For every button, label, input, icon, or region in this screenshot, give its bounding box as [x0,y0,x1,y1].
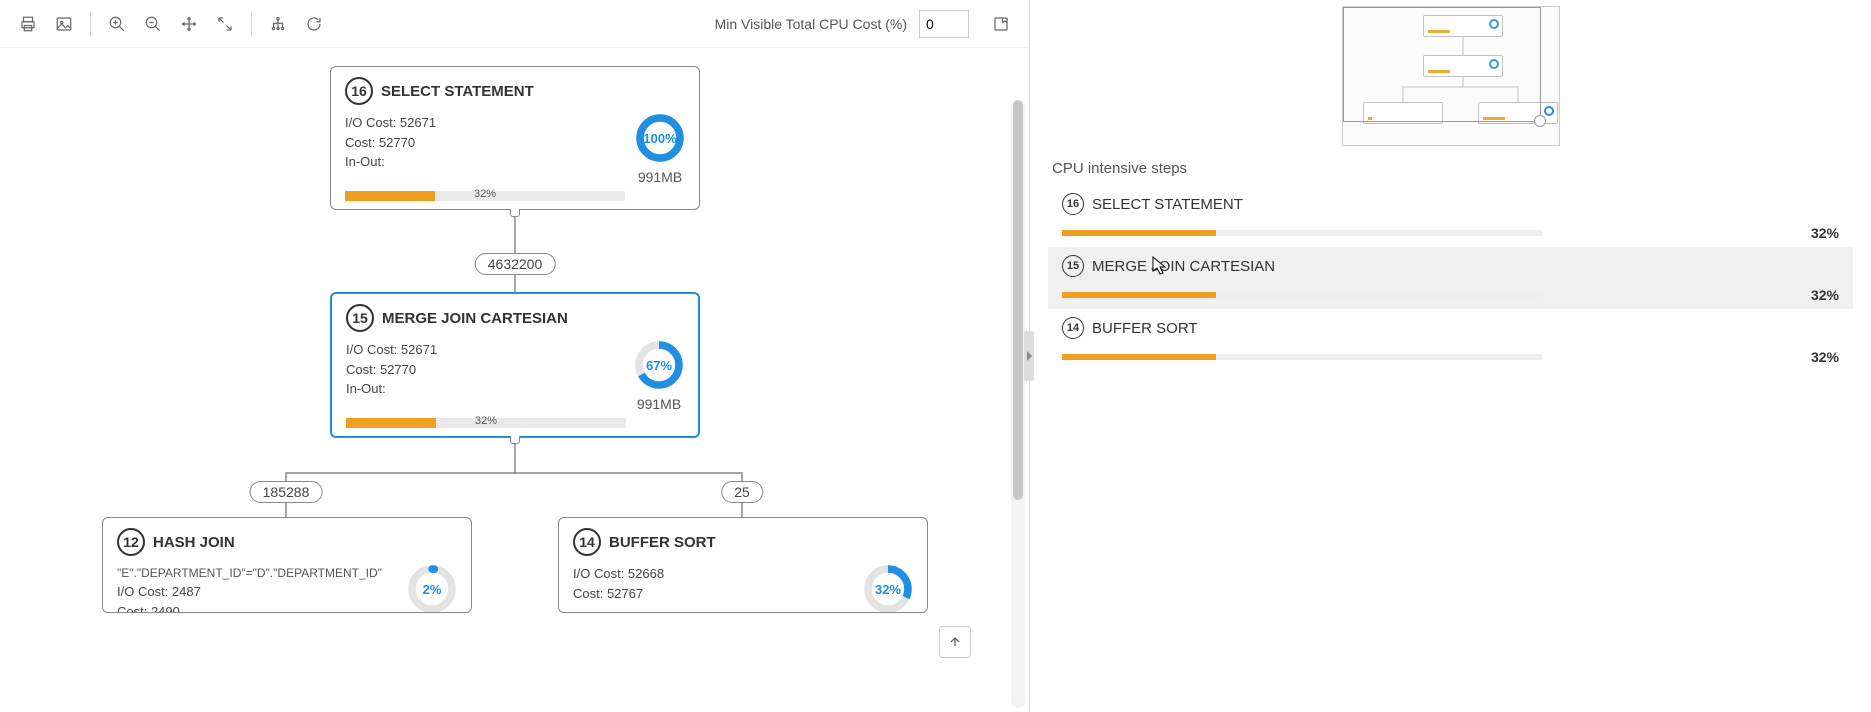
cpu-donut-icon: 2% [407,564,457,613]
notes-icon[interactable] [985,8,1017,40]
in-out: In-Out: [345,152,627,172]
cpu-donut-icon: 32% [863,564,913,613]
bar-percent: 32% [475,415,497,427]
progress-bar: 32% [346,418,626,428]
step-name: BUFFER SORT [1092,320,1198,337]
minimap-viewport[interactable] [1343,7,1541,122]
step-number: 15 [1062,255,1084,277]
io-cost: I/O Cost: 52668 [573,564,855,584]
cost: Cost: 52770 [346,360,626,380]
refresh-icon[interactable] [298,8,330,40]
side-panel-title: CPU intensive steps [1048,156,1853,185]
plan-node-merge-join-cartesian[interactable]: 15 MERGE JOIN CARTESIAN I/O Cost: 52671 … [330,292,700,438]
fit-screen-icon[interactable] [209,8,241,40]
step-bar [1062,292,1542,298]
node-title: BUFFER SORT [609,534,716,551]
step-number: 16 [345,77,373,105]
progress-bar: 32% [345,191,625,201]
minimap-resize-handle[interactable] [1534,115,1546,127]
step-bar [1062,354,1542,360]
cpu-donut-icon: 100% [635,113,685,163]
cpu-percent: 100% [635,113,685,163]
step-percent: 32% [1811,225,1839,241]
node-connector-icon [510,436,520,444]
panel-resize-handle[interactable] [1024,331,1034,381]
plan-node-select-statement[interactable]: 16 SELECT STATEMENT I/O Cost: 52671 Cost… [330,66,700,210]
app-root: Min Visible Total CPU Cost (%) [0,0,1871,712]
io-cost: I/O Cost: 52671 [345,113,627,133]
cpu-percent: 67% [634,340,684,390]
step-number: 14 [1062,317,1084,339]
node-title: MERGE JOIN CARTESIAN [382,310,568,327]
plan-node-hash-join[interactable]: 12 HASH JOIN "E"."DEPARTMENT_ID"="D"."DE… [102,517,472,613]
cpu-step-row[interactable]: 15 MERGE JOIN CARTESIAN 32% [1048,247,1853,309]
edge-rows-label: 185288 [250,481,323,503]
plan-node-buffer-sort[interactable]: 14 BUFFER SORT I/O Cost: 52668 Cost: 527… [558,517,928,613]
cost: Cost: 2490 [117,602,399,614]
cpu-step-row[interactable]: 16 SELECT STATEMENT 32% [1048,185,1853,247]
scroll-top-button[interactable] [939,626,971,658]
in-out: In-Out: [346,379,626,399]
cpu-percent: 32% [863,564,913,613]
toolbar-divider [251,12,252,36]
step-number: 15 [346,304,374,332]
step-percent: 32% [1811,349,1839,365]
toolbar-divider [90,12,91,36]
step-number: 14 [573,528,601,556]
predicate: "E"."DEPARTMENT_ID"="D"."DEPARTMENT_ID" [117,564,399,582]
pan-icon[interactable] [173,8,205,40]
export-image-icon[interactable] [48,8,80,40]
min-cpu-label: Min Visible Total CPU Cost (%) [715,16,907,32]
cost: Cost: 52767 [573,584,855,604]
cpu-percent: 2% [407,564,457,613]
tree-layout-icon[interactable] [262,8,294,40]
cpu-step-row[interactable]: 14 BUFFER SORT 32% [1048,309,1853,371]
node-title: HASH JOIN [153,534,235,551]
cpu-donut-icon: 67% [634,340,684,390]
main-panel: Min Visible Total CPU Cost (%) [0,0,1030,712]
io-cost: I/O Cost: 2487 [117,582,399,602]
zoom-in-icon[interactable] [101,8,133,40]
node-connector-icon [510,209,520,217]
step-bar [1062,230,1542,236]
step-name: MERGE JOIN CARTESIAN [1092,258,1275,275]
minimap[interactable] [1342,6,1560,146]
print-icon[interactable] [12,8,44,40]
cost: Cost: 52770 [345,133,627,153]
min-cpu-input[interactable] [919,10,969,38]
side-panel: CPU intensive steps 16 SELECT STATEMENT … [1030,0,1871,712]
step-number: 12 [117,528,145,556]
edge-rows-label: 25 [721,481,763,503]
memory-value: 991MB [637,396,681,412]
step-percent: 32% [1811,287,1839,303]
step-number: 16 [1062,193,1084,215]
node-title: SELECT STATEMENT [381,83,534,100]
edge-rows-label: 4632200 [475,253,556,275]
cpu-steps-list: 16 SELECT STATEMENT 32% 15 MERGE JOIN CA… [1048,185,1853,371]
bar-percent: 32% [474,188,496,200]
memory-value: 991MB [638,169,682,185]
io-cost: I/O Cost: 52671 [346,340,626,360]
step-name: SELECT STATEMENT [1092,196,1243,213]
vertical-scrollbar[interactable] [1011,100,1025,708]
toolbar: Min Visible Total CPU Cost (%) [0,0,1029,48]
scrollbar-thumb[interactable] [1013,100,1023,500]
zoom-out-icon[interactable] [137,8,169,40]
plan-canvas[interactable]: 16 SELECT STATEMENT I/O Cost: 52671 Cost… [0,48,1029,712]
